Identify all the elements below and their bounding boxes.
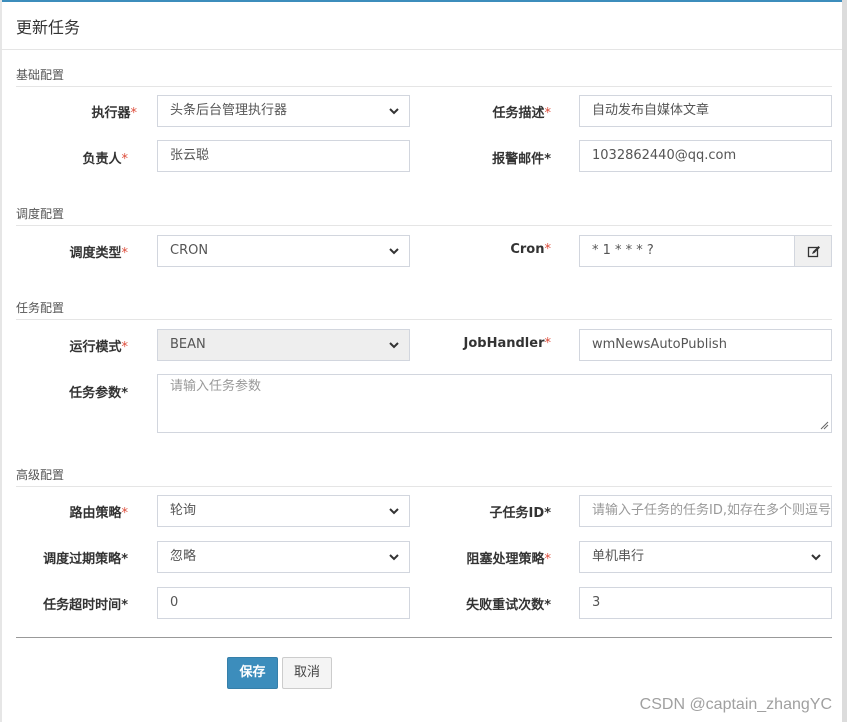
section-advanced-title: 高级配置 bbox=[16, 466, 832, 487]
job-handler-label: JobHandler* bbox=[463, 336, 551, 351]
misfire-strategy-label: 调度过期策略* bbox=[43, 552, 128, 567]
author-label: 负责人* bbox=[82, 152, 128, 167]
fail-retry-input[interactable]: 3 bbox=[579, 587, 832, 619]
author-input[interactable]: 张云聪 bbox=[157, 140, 410, 172]
fail-retry-label: 失败重试次数* bbox=[466, 598, 551, 613]
block-strategy-label: 阻塞处理策略* bbox=[466, 552, 551, 567]
edit-icon bbox=[807, 246, 820, 258]
section-schedule-title: 调度配置 bbox=[16, 205, 832, 226]
cron-label: Cron* bbox=[510, 242, 551, 257]
chevron-down-icon bbox=[389, 554, 399, 561]
dialog-title: 更新任务 bbox=[16, 18, 81, 37]
job-param-textarea[interactable]: 请输入任务参数 bbox=[157, 374, 832, 433]
route-strategy-select[interactable]: 轮询 bbox=[157, 495, 410, 527]
job-handler-input[interactable]: wmNewsAutoPublish bbox=[579, 329, 832, 361]
job-desc-label: 任务描述* bbox=[492, 106, 551, 121]
alarm-email-input[interactable]: 1032862440@qq.com bbox=[579, 140, 832, 172]
misfire-strategy-select[interactable]: 忽略 bbox=[157, 541, 410, 573]
chevron-down-icon bbox=[389, 108, 399, 115]
schedule-type-label: 调度类型* bbox=[69, 246, 128, 261]
save-button[interactable]: 保存 bbox=[227, 657, 278, 689]
resize-handle-icon[interactable] bbox=[820, 421, 829, 430]
cron-editor-button[interactable] bbox=[794, 235, 832, 267]
watermark: CSDN @captain_zhangYC bbox=[639, 696, 832, 713]
job-desc-input[interactable]: 自动发布自媒体文章 bbox=[579, 95, 832, 127]
window-right-edge bbox=[842, 0, 847, 722]
alarm-email-label: 报警邮件* bbox=[492, 152, 551, 167]
chevron-down-icon bbox=[389, 342, 399, 349]
run-mode-select: BEAN bbox=[157, 329, 410, 361]
block-strategy-select[interactable]: 单机串行 bbox=[579, 541, 832, 573]
executor-label: 执行器* bbox=[91, 106, 137, 121]
job-param-label: 任务参数* bbox=[69, 386, 128, 401]
child-job-id-label: 子任务ID* bbox=[489, 506, 551, 521]
timeout-label: 任务超时时间* bbox=[43, 598, 128, 613]
section-task-title: 任务配置 bbox=[16, 299, 832, 320]
chevron-down-icon bbox=[811, 554, 821, 561]
chevron-down-icon bbox=[389, 508, 399, 515]
run-mode-label: 运行模式* bbox=[69, 340, 128, 355]
route-strategy-label: 路由策略* bbox=[69, 506, 128, 521]
cron-input[interactable]: * 1 * * * ? bbox=[579, 235, 795, 267]
dialog-header: 更新任务 bbox=[0, 0, 842, 50]
cancel-button[interactable]: 取消 bbox=[282, 657, 332, 689]
section-basic-title: 基础配置 bbox=[16, 66, 832, 87]
window-left-edge bbox=[0, 0, 2, 722]
child-job-id-input[interactable]: 请输入子任务的任务ID,如存在多个则逗号分隔 bbox=[579, 495, 832, 527]
schedule-type-select[interactable]: CRON bbox=[157, 235, 410, 267]
chevron-down-icon bbox=[389, 248, 399, 255]
timeout-input[interactable]: 0 bbox=[157, 587, 410, 619]
executor-select[interactable]: 头条后台管理执行器 bbox=[157, 95, 410, 127]
footer-divider bbox=[16, 637, 832, 638]
